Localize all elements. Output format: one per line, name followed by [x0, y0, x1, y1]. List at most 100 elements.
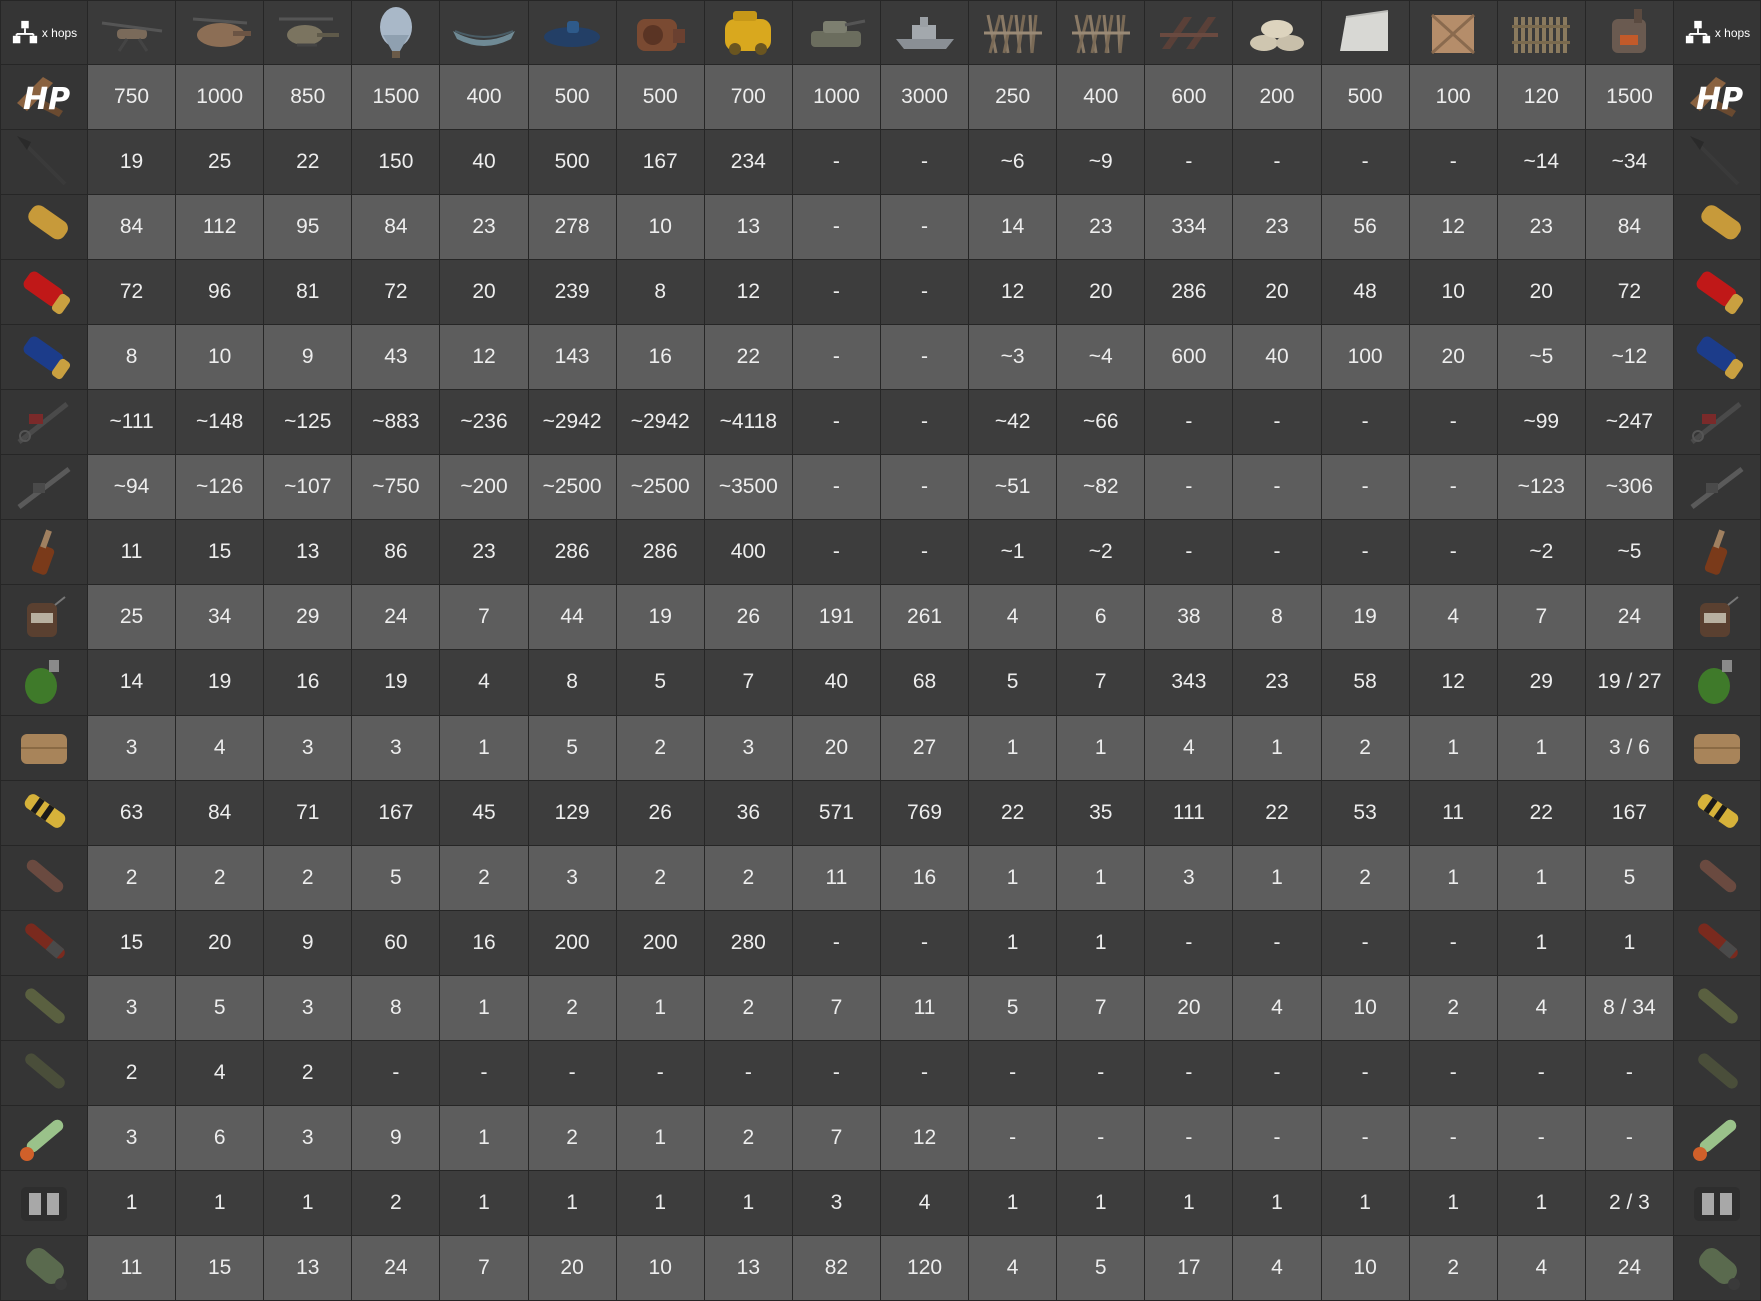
target-header-cell	[968, 0, 1058, 66]
cost-value-cell: 10	[615, 1234, 705, 1301]
mlrs-rocket-icon	[1673, 1104, 1761, 1171]
cost-value-cell: 4	[1144, 714, 1234, 781]
hp-value-cell: 400	[1056, 64, 1146, 131]
cost-value-cell: 1	[968, 844, 1058, 911]
cost-value-cell: 129	[527, 779, 617, 846]
cost-value-cell: 9	[351, 1104, 441, 1171]
cost-value-cell: 1	[1408, 1169, 1498, 1236]
cost-value-cell: 1	[439, 714, 529, 781]
cost-value-cell: 600	[1144, 324, 1234, 391]
cost-value-cell: -	[1232, 389, 1322, 456]
cost-value-cell: 16	[263, 649, 353, 716]
timed-explosive-icon	[0, 1169, 88, 1236]
cost-value-cell: ~99	[1496, 389, 1586, 456]
cost-value-cell: 167	[351, 779, 441, 846]
cost-value-cell: ~2942	[615, 389, 705, 456]
40mm-grenade-icon	[0, 1234, 88, 1301]
molotov-icon	[1673, 519, 1761, 586]
cost-value-cell: -	[439, 1039, 529, 1106]
cost-value-cell: 22	[703, 324, 793, 391]
cost-value-cell: 7	[439, 584, 529, 651]
cost-value-cell: 19	[351, 649, 441, 716]
weapon-row: 14 19 16 19 4 8 5 7 40 68 5 7 343 23 58 12 29 19 / 27	[0, 649, 1761, 716]
f1-grenade-icon	[1673, 649, 1761, 716]
weapon-row: 72 96 81 72 20 239 8 12- -12 20 286 20 48 10 20 72	[0, 259, 1761, 326]
cost-value-cell: 200	[615, 909, 705, 976]
cost-value-cell: 1	[1408, 714, 1498, 781]
target-header-cell	[615, 0, 705, 66]
cost-value-cell: 7	[1496, 584, 1586, 651]
cost-value-cell: 20	[527, 1234, 617, 1301]
cost-value-cell: -	[1408, 1039, 1498, 1106]
cost-value-cell: -	[1144, 389, 1234, 456]
cost-value-cell: 58	[1320, 649, 1410, 716]
hp-icon: HP	[1673, 64, 1761, 131]
cost-value-cell: -	[1144, 454, 1234, 521]
hot-air-balloon-icon	[379, 6, 412, 58]
cost-value-cell: -	[1144, 1104, 1234, 1171]
cost-value-cell: 400	[703, 519, 793, 586]
cost-value-cell: 769	[879, 779, 970, 846]
cost-value-cell: 48	[1320, 259, 1410, 326]
cost-value-cell: 1	[615, 1104, 705, 1171]
cost-value-cell: 1	[1144, 1169, 1234, 1236]
cost-value-cell: 3	[1144, 844, 1234, 911]
rowboat-icon	[452, 29, 515, 46]
cost-value-cell: 5	[527, 714, 617, 781]
incendiary-rocket-icon	[0, 909, 88, 976]
cost-value-cell: ~2	[1496, 519, 1586, 586]
cost-value-cell: 1	[527, 1169, 617, 1236]
cost-value-cell: 4	[1496, 974, 1586, 1041]
hops-label: x hops	[1714, 25, 1751, 40]
svg-text:HP: HP	[1696, 82, 1743, 117]
cost-value-cell: 11	[879, 974, 970, 1041]
cost-value-cell: 3	[791, 1169, 881, 1236]
cost-value-cell: 3	[351, 714, 441, 781]
cost-value-cell: 23	[439, 194, 529, 261]
cost-value-cell: -	[879, 324, 970, 391]
cost-value-cell: 167	[1584, 779, 1675, 846]
cost-value-cell: 12	[439, 324, 529, 391]
cost-value-cell: 1	[1232, 844, 1322, 911]
cost-value-cell: 200	[527, 909, 617, 976]
cost-value-cell: 25	[86, 584, 177, 651]
cost-value-cell: ~2500	[527, 454, 617, 521]
cost-value-cell: 1	[1320, 1169, 1410, 1236]
cost-value-cell: 19	[86, 129, 177, 196]
cost-value-cell: 3	[86, 974, 177, 1041]
timed-explosive-icon	[1673, 1169, 1761, 1236]
cost-value-cell: -	[879, 129, 970, 196]
cost-value-cell: 1	[1056, 844, 1146, 911]
cost-value-cell: 1	[703, 1169, 793, 1236]
cost-value-cell: ~9	[1056, 129, 1146, 196]
cost-value-cell: -	[791, 194, 881, 261]
engine-module-icon	[637, 18, 686, 51]
cost-value-cell: ~42	[968, 389, 1058, 456]
cost-value-cell: ~107	[263, 454, 353, 521]
cost-value-cell: 3	[86, 714, 177, 781]
cost-value-cell: 4	[439, 649, 529, 716]
cost-value-cell: 11	[86, 519, 177, 586]
weapon-row: 2 2 2 5 2 3 2 2 11 16 1 1 3 1 2 1 1 5	[0, 844, 1761, 911]
submarine-icon	[544, 20, 601, 47]
cost-value-cell: 167	[615, 129, 705, 196]
cost-value-cell: 2	[86, 1039, 177, 1106]
cost-value-cell: 82	[791, 1234, 881, 1301]
cost-value-cell: 2	[1320, 844, 1410, 911]
cost-value-cell: 16	[879, 844, 970, 911]
cost-value-cell: 72	[1584, 259, 1675, 326]
cost-value-cell: -	[791, 324, 881, 391]
cost-value-cell: 26	[615, 779, 705, 846]
cost-value-cell: 72	[351, 259, 441, 326]
cost-value-cell: 10	[1320, 974, 1410, 1041]
cost-value-cell: ~750	[351, 454, 441, 521]
weapon-row: 3 6 3 9 1 2 1 2 7 12- - - - - - - -	[0, 1104, 1761, 1171]
cost-value-cell: -	[1320, 1104, 1410, 1171]
weapon-row: 11 15 13 86 23 286 286 400- - ~1 ~2- - - - ~2 ~5	[0, 519, 1761, 586]
hv-rocket-icon	[0, 974, 88, 1041]
cost-value-cell: 81	[263, 259, 353, 326]
hp-value-cell: 700	[703, 64, 793, 131]
cost-value-cell: -	[791, 129, 881, 196]
cost-value-cell: 71	[263, 779, 353, 846]
cost-value-cell: 286	[527, 519, 617, 586]
